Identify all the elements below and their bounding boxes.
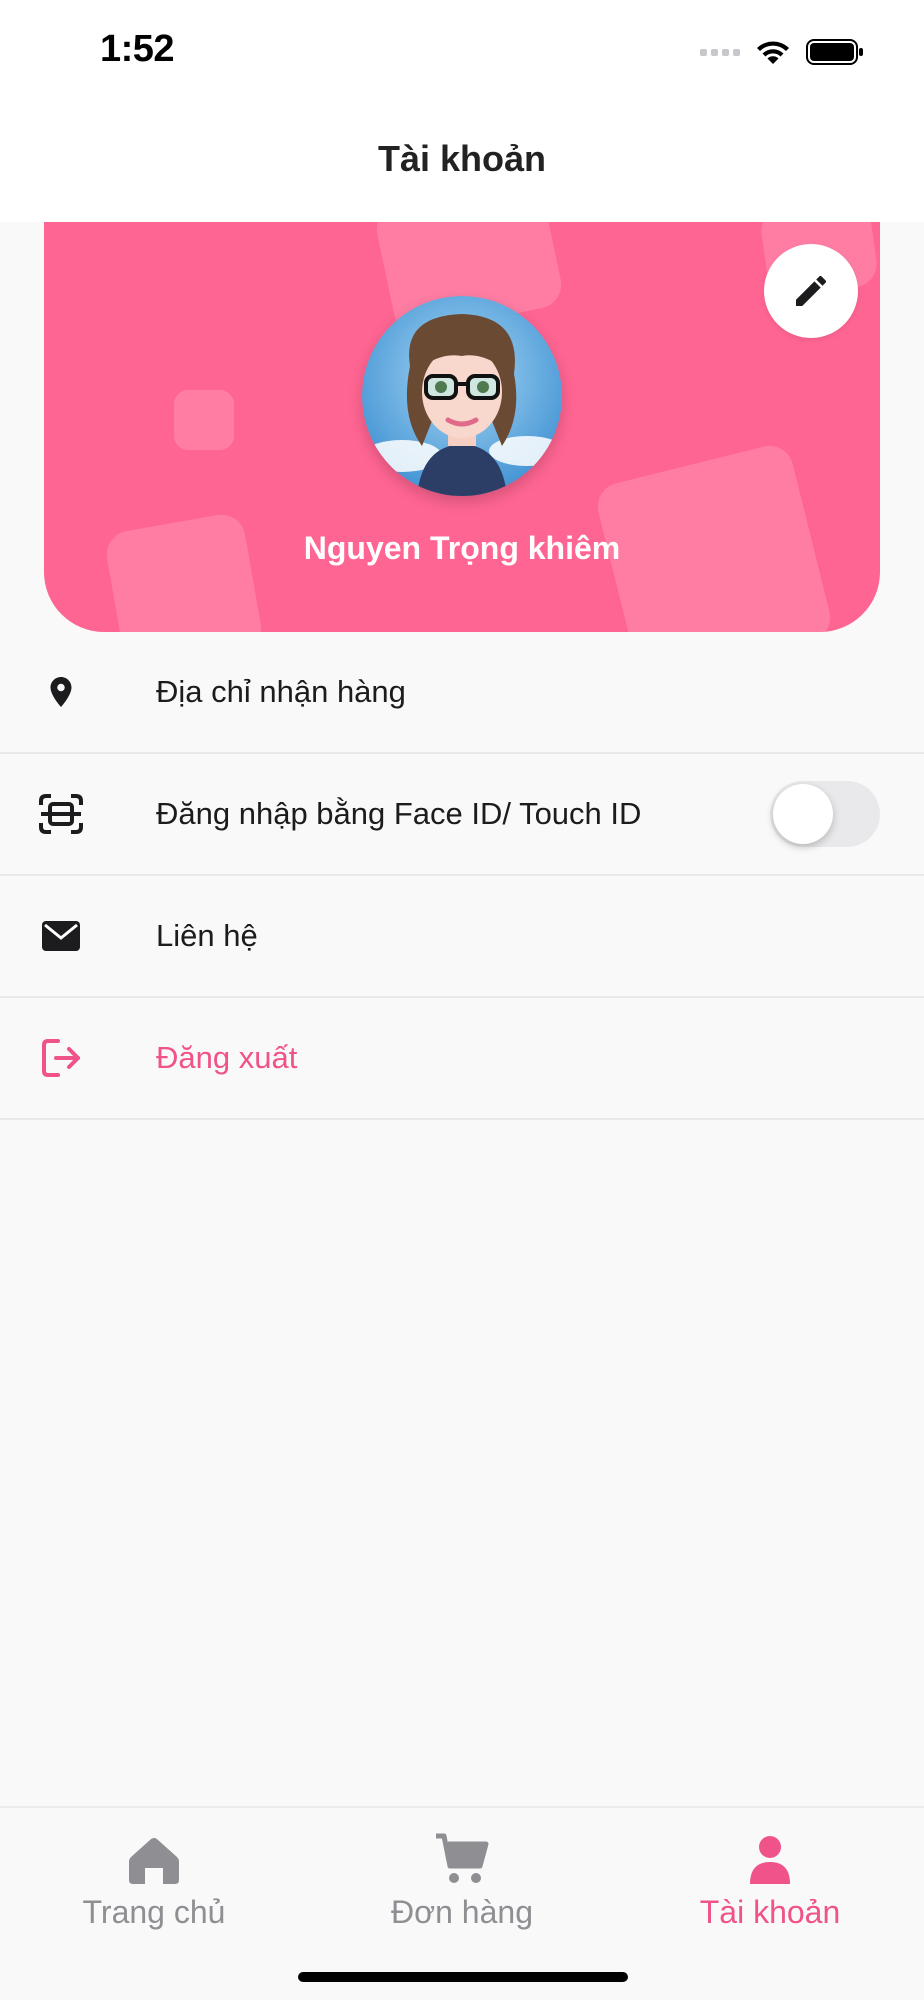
logout-icon xyxy=(38,1035,84,1081)
toggle-knob xyxy=(773,784,833,844)
location-pin-icon xyxy=(38,669,84,715)
home-indicator xyxy=(298,1972,628,1982)
menu-item-label: Liên hệ xyxy=(156,918,258,953)
tab-label: Trang chủ xyxy=(82,1894,226,1930)
edit-profile-button[interactable] xyxy=(764,244,858,338)
tab-label: Đơn hàng xyxy=(391,1894,533,1930)
decorative-shape xyxy=(174,390,234,450)
tab-home[interactable]: Trang chủ xyxy=(0,1808,308,1958)
pencil-icon xyxy=(796,275,827,306)
mail-icon xyxy=(38,913,84,959)
face-scan-icon xyxy=(38,791,84,837)
home-icon xyxy=(127,1832,181,1886)
top-area: 1:52 Tài khoản xyxy=(0,0,924,222)
cellular-signal-icon xyxy=(700,48,740,56)
menu-item-biometric-login[interactable]: Đăng nhập bằng Face ID/ Touch ID xyxy=(0,754,924,876)
avatar-illustration xyxy=(362,296,562,496)
avatar[interactable] xyxy=(362,296,562,496)
battery-icon xyxy=(806,39,863,65)
user-name: Nguyen Trọng khiêm xyxy=(303,530,621,566)
menu-item-shipping-address[interactable]: Địa chỉ nhận hàng xyxy=(0,632,924,754)
profile-card: Nguyen Trọng khiêm xyxy=(44,222,880,632)
account-menu: Địa chỉ nhận hàng Đăng nhập bằng Face ID… xyxy=(0,632,924,1120)
status-time: 1:52 xyxy=(100,28,175,70)
menu-item-label: Địa chỉ nhận hàng xyxy=(156,674,406,709)
cart-icon xyxy=(434,1832,490,1886)
tab-bar: Trang chủ Đơn hàng Tài khoản xyxy=(0,1806,924,2000)
wifi-icon xyxy=(757,41,789,64)
menu-item-label: Đăng nhập bằng Face ID/ Touch ID xyxy=(156,796,642,831)
tab-account[interactable]: Tài khoản xyxy=(616,1808,924,1958)
tab-orders[interactable]: Đơn hàng xyxy=(308,1808,616,1958)
person-icon xyxy=(748,1832,792,1886)
face-id-toggle[interactable] xyxy=(770,781,880,847)
menu-item-contact[interactable]: Liên hệ xyxy=(0,876,924,998)
page-title: Tài khoản xyxy=(377,138,547,179)
status-indicators xyxy=(700,34,864,70)
menu-item-label: Đăng xuất xyxy=(156,1040,298,1075)
menu-item-logout[interactable]: Đăng xuất xyxy=(0,998,924,1120)
tab-label: Tài khoản xyxy=(699,1894,841,1930)
